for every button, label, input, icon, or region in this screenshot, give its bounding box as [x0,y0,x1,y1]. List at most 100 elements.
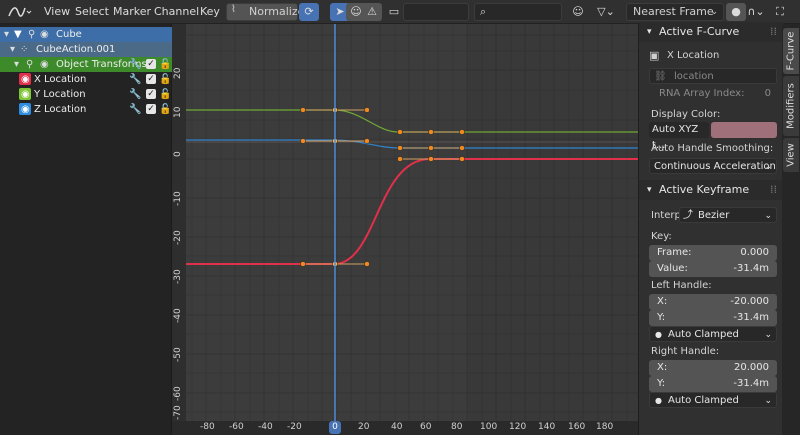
proportional-icon[interactable]: ● [726,3,746,21]
channel-curve-row[interactable]: ◉ Y Location 🔧 ✓ 🔓 [0,87,172,102]
name-filter-field[interactable]: ⌕ [474,3,562,21]
action-icon: ⁘ [20,44,29,55]
tab-fcurve[interactable]: F-Curve [783,28,799,74]
left-handle-type-dropdown[interactable]: ● Auto Clamped ⌄ [649,326,777,342]
wrench-icon[interactable]: 🔧 [129,102,141,117]
lock-icon[interactable]: 🔓 [159,57,171,72]
right-handle-label: Right Handle: [651,346,720,357]
drag-handle-icon[interactable]: ⁞⁞ [770,22,777,42]
channel-object-row[interactable]: ▾ ▼ ⚲ ◉ Cube [0,27,172,42]
chevron-down-icon: ▾ [14,59,20,70]
value-label: Value: [657,263,688,274]
wrench-icon[interactable]: 🔧 [129,72,141,87]
eye-icon[interactable]: ◉ [21,102,30,117]
ghost-curves-icon[interactable]: ☺ [568,3,588,21]
y-axis-scale: 20 10 0 -10 -20 -30 -40 -50 -60 -70 [172,24,186,421]
rna-path-field[interactable]: ⛓ location [649,68,777,84]
normalize-icon: ⌇ [231,4,236,15]
active-keyframe-panel-header[interactable]: ▾ Active Keyframe ⁞⁞ [639,180,783,200]
channel-curve-row[interactable]: ◉ X Location 🔧 ✓ 🔓 [0,72,172,87]
graph-editor-icon [8,7,32,17]
y-tick: -70 [173,405,183,420]
y-tick: -20 [173,230,183,245]
tab-view[interactable]: View [783,138,799,172]
pivot-dropdown[interactable]: Nearest Frame ⌄ [626,3,724,21]
normalize-toggle[interactable]: ⌇ Normalize [226,3,304,21]
x-tick: -40 [258,422,273,432]
curve-label: X Location [34,74,87,85]
x-tick: 100 [480,422,498,432]
menu-key[interactable]: Key [200,3,220,21]
tab-modifiers[interactable]: Modifiers [783,76,799,136]
y-tick: 10 [173,106,183,118]
warning-icon[interactable]: ⚠ [362,3,382,21]
checkbox-icon[interactable]: ✓ [146,89,156,99]
current-frame-indicator[interactable]: 0 [329,421,341,434]
chevron-down-icon: ▾ [4,29,10,40]
chevron-down-icon: ▾ [647,27,652,37]
eye-icon[interactable]: ◉ [21,72,30,87]
color-mode-dropdown[interactable]: Auto XYZ t... [649,122,709,151]
rh-x-label: X: [657,362,668,373]
lock-icon[interactable]: 🔓 [159,87,171,102]
collection-search-field[interactable] [403,3,469,21]
sidebar-tabs: F-Curve Modifiers View [782,24,800,435]
right-handle-y-field[interactable]: Y: -31.4m [649,376,777,392]
maximize-icon[interactable]: ⛶ [770,3,790,21]
interp-dropdown[interactable]: ⤴ Bezier ⌄ [679,207,777,223]
x-axis-scale[interactable]: -80 -60 -40 -20 0 20 40 60 80 100 120 14… [172,421,638,435]
checkbox-icon[interactable]: ✓ [146,74,156,84]
smoothing-value: Continuous Acceleration [654,161,776,172]
value-field[interactable]: Value: -31.4m [649,261,777,277]
left-handle-x-field[interactable]: X: -20.000 [649,294,777,310]
lock-icon[interactable]: 🔓 [159,102,171,117]
menu-select[interactable]: Select [75,3,109,21]
graph-canvas[interactable] [172,24,638,421]
channel-action-row[interactable]: ▾ ⁘ CubeAction.001 [0,42,172,57]
left-handle-y-field[interactable]: Y: -31.4m [649,310,777,326]
chevron-down-icon: ⌄ [764,396,772,406]
x-tick: 120 [509,422,527,432]
rna-icon: ⛓ [654,71,667,82]
channel-group-row[interactable]: ▾ ⚲ ◉ Object Transforms 🔧 ✓ 🔓 [0,57,172,72]
lh-x-label: X: [657,296,668,307]
drag-handle-icon[interactable]: ⁞⁞ [770,180,777,200]
wrench-icon[interactable]: 🔧 [129,87,141,102]
channel-region: ▾ ▼ ⚲ ◉ Cube ▾ ⁘ CubeAction.001 ▾ ⚲ ◉ Ob… [0,24,172,435]
smoothing-dropdown[interactable]: Continuous Acceleration ⌄ [649,158,777,174]
rna-index-value: 0 [764,88,771,99]
menu-channel[interactable]: Channel [154,3,199,21]
handle-type-icon: ● [655,396,662,405]
x-tick: 140 [538,422,556,432]
y-tick: -60 [173,386,183,401]
rna-array-index-field[interactable]: RNA Array Index: 0 [649,86,777,102]
graph-area[interactable] [172,24,638,421]
frame-value: 0.000 [740,247,769,258]
collection-icon[interactable]: ▭ [384,3,404,21]
color-swatch[interactable] [711,122,777,138]
filter-icon[interactable]: ▽⌄ [592,3,620,21]
channel-curve-row[interactable]: ◉ Z Location 🔧 ✓ 🔓 [0,102,172,117]
menu-view[interactable]: View [44,3,70,21]
rh-y-label: Y: [657,378,666,389]
action-name: CubeAction.001 [36,44,116,55]
auto-normalize-icon[interactable]: ⟳ [299,3,319,21]
lock-icon[interactable]: 🔓 [159,72,171,87]
x-tick: 40 [391,422,403,432]
checkbox-icon[interactable]: ✓ [146,104,156,114]
right-handle-x-field[interactable]: X: 20.000 [649,360,777,376]
lh-x-value: -20.000 [730,296,769,307]
x-tick: 60 [420,422,432,432]
checkbox-icon[interactable]: ✓ [146,59,156,69]
wrench-icon[interactable]: 🔧 [129,57,141,72]
chevron-down-icon: ▾ [647,185,652,195]
eye-icon[interactable]: ◉ [21,87,30,102]
active-fcurve-panel-header[interactable]: ▾ Active F-Curve ⁞⁞ [639,22,783,42]
right-handle-type-dropdown[interactable]: ● Auto Clamped ⌄ [649,392,777,408]
x-tick: 180 [596,422,614,432]
falloff-icon[interactable]: ∩⌄ [746,3,766,21]
left-handle-label: Left Handle: [651,280,712,291]
menu-marker[interactable]: Marker [113,3,151,21]
editor-type-button[interactable] [6,3,32,21]
frame-field[interactable]: Frame: 0.000 [649,245,777,261]
